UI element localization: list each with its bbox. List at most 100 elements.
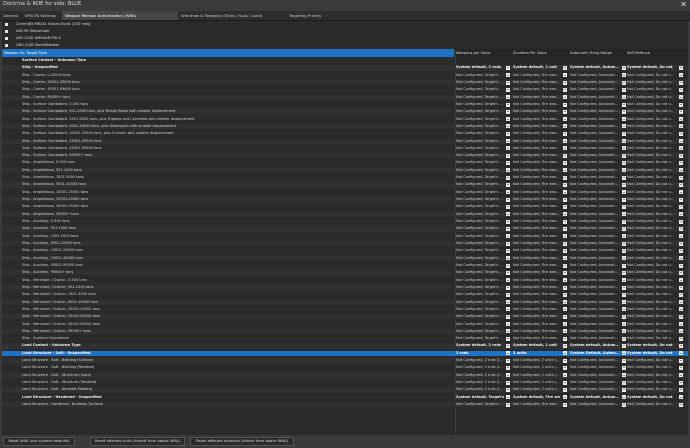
table-row[interactable]: Ship - Auxiliary, 501-1500 tons Not Confi… [2, 226, 688, 232]
dropdown-arrow-icon[interactable] [622, 65, 626, 70]
dropdown-arrow-icon[interactable] [622, 102, 626, 107]
dropdown-arrow-icon[interactable] [679, 131, 683, 136]
dropdown-arrow-icon[interactable] [622, 95, 626, 100]
dropdown-arrow-icon[interactable] [679, 175, 683, 180]
dropdown-arrow-icon[interactable] [679, 168, 683, 173]
dropdown-arrow-icon[interactable] [679, 117, 683, 122]
table-row[interactable]: Ship - Amphibious, 10001-25000 tons Not C… [2, 190, 688, 195]
table-row[interactable]: Ship - Auxiliary, 25001-45000 tons Not Co… [2, 255, 688, 261]
dropdown-arrow-icon[interactable] [506, 226, 510, 231]
dropdown-arrow-icon[interactable] [563, 168, 567, 173]
dropdown-arrow-icon[interactable] [506, 292, 510, 297]
dropdown-arrow-icon[interactable] [679, 329, 683, 334]
table-row[interactable]: Ship - Carrier, 25001-45000 tons Not Conf… [2, 79, 688, 86]
table-row[interactable]: Ship - Merchant / Civilian, 25001-45000 … [2, 314, 688, 320]
dropdown-arrow-icon[interactable] [679, 351, 683, 356]
dropdown-arrow-icon[interactable] [679, 285, 683, 290]
dropdown-arrow-icon[interactable] [563, 153, 567, 158]
dropdown-arrow-icon[interactable] [563, 87, 567, 92]
dropdown-arrow-icon[interactable] [506, 395, 510, 400]
dropdown-arrow-icon[interactable] [679, 204, 683, 209]
table-row[interactable]: Ship - Auxiliary, 1501-5000 tons Not Conf… [2, 234, 688, 239]
dropdown-arrow-icon[interactable] [506, 373, 510, 378]
table-row[interactable]: Ship - Amphibious, 5001-10000 tons Not Co… [2, 182, 688, 188]
table-row[interactable]: Land Structure - Soft - Building (Revete… [2, 365, 688, 371]
dropdown-arrow-icon[interactable] [563, 65, 567, 70]
dropdown-arrow-icon[interactable] [622, 139, 626, 144]
dropdown-arrow-icon[interactable] [563, 204, 567, 209]
dropdown-arrow-icon[interactable] [563, 285, 567, 290]
table-row[interactable]: Ship - Carrier, 95000+ tons Not Configure… [2, 94, 688, 100]
dropdown-arrow-icon[interactable] [563, 373, 567, 378]
dropdown-arrow-icon[interactable] [506, 204, 510, 209]
dropdown-arrow-icon[interactable] [622, 241, 626, 246]
dropdown-arrow-icon[interactable] [563, 124, 567, 129]
dropdown-arrow-icon[interactable] [622, 270, 626, 275]
dropdown-arrow-icon[interactable] [563, 256, 567, 261]
table-row[interactable]: Land Structure - Soft - Unspecified 2 rnd… [2, 350, 688, 356]
dropdown-arrow-icon[interactable] [679, 226, 683, 231]
dropdown-arrow-icon[interactable] [563, 366, 567, 371]
weapon-item[interactable]: 20mm/85 M61A1 Vulcan Burst [100 rnds] [2, 21, 688, 28]
table-row[interactable]: Ship - Amphibious, 0-500 tons Not Configu… [2, 160, 688, 166]
table-row[interactable]: Ship - Amphibious, 95000+ tons Not Config… [2, 211, 688, 217]
table-row[interactable]: Ship - Surface Combatant, 5001-10000 ton… [2, 123, 688, 130]
dropdown-arrow-icon[interactable] [563, 234, 567, 239]
dropdown-arrow-icon[interactable] [506, 212, 510, 217]
dropdown-arrow-icon[interactable] [506, 248, 510, 253]
table-row[interactable]: Land Structure - Soft - Structure (Revet… [2, 380, 688, 385]
table-row[interactable]: Ship - Merchant / Civilian, 10001-25000 … [2, 307, 688, 312]
dropdown-arrow-icon[interactable] [506, 168, 510, 173]
dropdown-arrow-icon[interactable] [506, 241, 510, 246]
table-row[interactable]: Ship - Amphibious, 501-1500 tons Not Conf… [2, 167, 688, 173]
checkbox[interactable] [5, 37, 8, 40]
checkbox[interactable] [5, 30, 8, 33]
dropdown-arrow-icon[interactable] [506, 153, 510, 158]
table-row[interactable]: Ship - Surface Combatant, 10001-25000 to… [2, 131, 688, 136]
dropdown-arrow-icon[interactable] [563, 248, 567, 253]
dropdown-arrow-icon[interactable] [563, 387, 567, 392]
column-header-weapons-per-salvo[interactable]: Weapons per Salvo [456, 49, 490, 57]
dropdown-arrow-icon[interactable] [622, 109, 626, 114]
dropdown-arrow-icon[interactable] [506, 95, 510, 100]
dropdown-arrow-icon[interactable] [622, 322, 626, 327]
table-row[interactable]: Ship - Surface Combatant, 25001-45000 to… [2, 138, 688, 144]
dropdown-arrow-icon[interactable] [563, 219, 567, 224]
weapon-item[interactable]: AIM-9X Sidewinder [2, 28, 688, 35]
table-row[interactable]: Ship - Surfaced Submarine Not Configured,… [2, 336, 688, 341]
dropdown-arrow-icon[interactable] [563, 241, 567, 246]
dropdown-arrow-icon[interactable] [563, 270, 567, 275]
column-header-shooters-per-salvo[interactable]: Shooters Per Salvo [513, 49, 547, 57]
dropdown-arrow-icon[interactable] [679, 278, 683, 283]
dropdown-arrow-icon[interactable] [679, 241, 683, 246]
table-row[interactable]: Ship - Merchant / Civilian, 501-1500 ton… [2, 284, 688, 291]
reset-affected-units-button[interactable]: Reset affected units (inherit from above… [90, 437, 185, 446]
dropdown-arrow-icon[interactable] [622, 80, 626, 85]
dropdown-arrow-icon[interactable] [679, 380, 683, 385]
dropdown-arrow-icon[interactable] [506, 183, 510, 188]
dropdown-arrow-icon[interactable] [679, 373, 683, 378]
dropdown-arrow-icon[interactable] [622, 212, 626, 217]
dropdown-arrow-icon[interactable] [622, 366, 626, 371]
dropdown-arrow-icon[interactable] [622, 190, 626, 195]
dropdown-arrow-icon[interactable] [679, 270, 683, 275]
dropdown-arrow-icon[interactable] [563, 226, 567, 231]
dropdown-arrow-icon[interactable] [506, 80, 510, 85]
dropdown-arrow-icon[interactable] [679, 183, 683, 188]
dropdown-arrow-icon[interactable] [679, 161, 683, 166]
dropdown-arrow-icon[interactable] [563, 322, 567, 327]
table-row[interactable]: Ship - Merchant / Civilian, 5001-10000 t… [2, 299, 688, 305]
dropdown-arrow-icon[interactable] [622, 351, 626, 356]
close-icon[interactable]: ✕ [680, 0, 687, 10]
dropdown-arrow-icon[interactable] [506, 102, 510, 107]
dropdown-arrow-icon[interactable] [563, 292, 567, 297]
dropdown-arrow-icon[interactable] [506, 131, 510, 136]
table-row[interactable]: Land Structure - Hardened - Unspecified S… [2, 395, 688, 400]
dropdown-arrow-icon[interactable] [622, 380, 626, 385]
dropdown-arrow-icon[interactable] [622, 131, 626, 136]
table-row[interactable]: Ship - Merchant / Civilian, 1501-5000 to… [2, 292, 688, 297]
table-row[interactable]: Ship - Auxiliary, 95000+ tons Not Configu… [2, 270, 688, 276]
table-row[interactable]: Ship - Amphibious, 1501-5000 tons Not Con… [2, 175, 688, 180]
dropdown-arrow-icon[interactable] [679, 153, 683, 158]
dropdown-arrow-icon[interactable] [563, 278, 567, 283]
